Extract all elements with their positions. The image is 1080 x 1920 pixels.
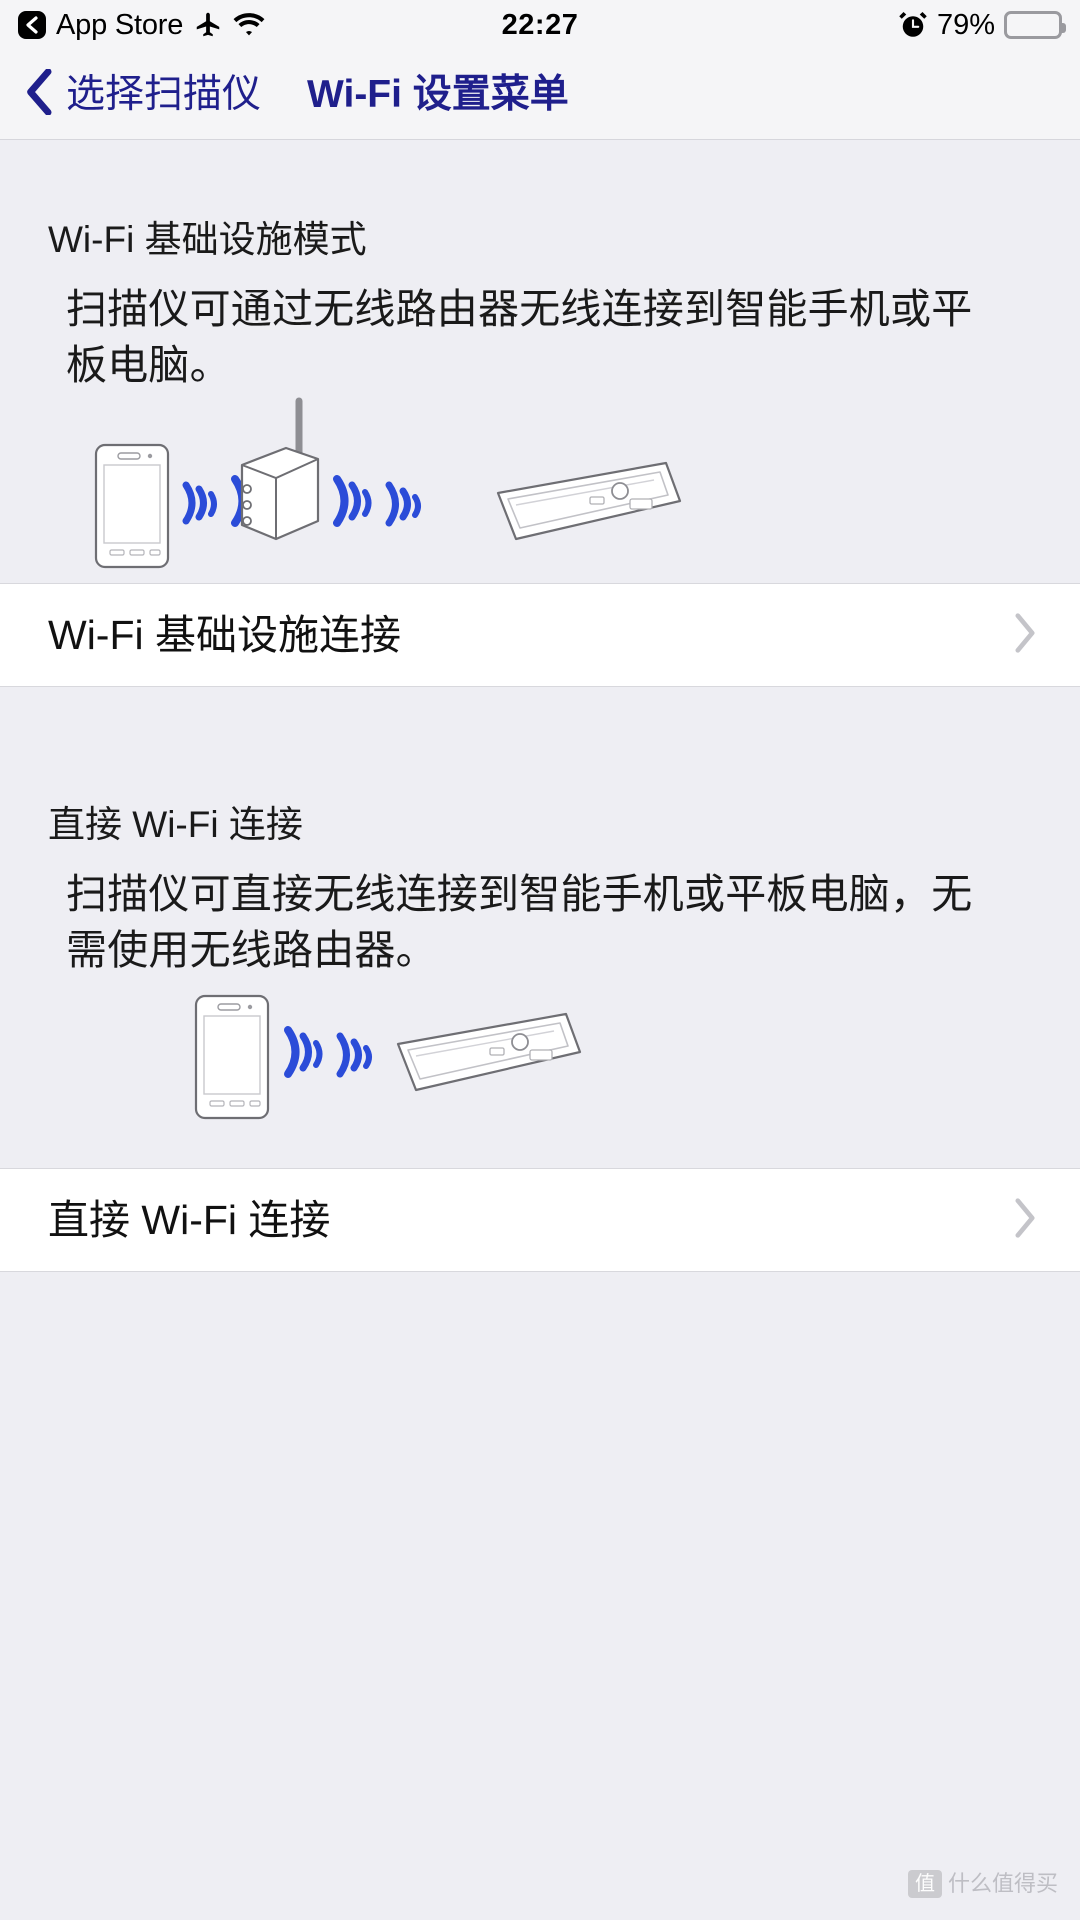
handheld-scanner-illustration [396, 1013, 582, 1092]
list-item-label: 直接 Wi-Fi 连接 [48, 1196, 331, 1243]
section-spacer [0, 687, 1080, 762]
back-button-label: 选择扫描仪 [66, 73, 262, 116]
wifi-icon [233, 12, 265, 38]
wifi-wave-right [333, 475, 421, 528]
watermark: 值 什么值得买 [907, 1870, 1058, 1898]
section-heading: 直接 Wi-Fi 连接 [48, 804, 303, 846]
phone-router-scanner-diagram [0, 393, 1080, 583]
back-button[interactable]: 选择扫描仪 [0, 68, 262, 120]
wireless-router-illustration [240, 397, 320, 541]
section-heading: Wi-Fi 基础设施模式 [48, 219, 367, 260]
watermark-badge: 值 [907, 1870, 942, 1898]
list-item-wifi-infrastructure-connection[interactable]: Wi-Fi 基础设施连接 [0, 583, 1080, 688]
chevron-right-icon [1012, 1196, 1038, 1245]
app-screen: App Store 22:27 79% 选择扫描仪 Wi-Fi 设置菜单 Wi-… [0, 0, 1080, 1920]
list-item-wifi-direct-connection[interactable]: 直接 Wi-Fi 连接 [0, 1168, 1080, 1273]
section-body-text: 扫描仪可通过无线路由器无线连接到智能手机或平板电脑。 [66, 286, 973, 388]
chevron-right-icon [1012, 611, 1038, 660]
smartphone-illustration [94, 443, 170, 569]
status-bar-left: App Store [18, 10, 265, 40]
battery-percentage-label: 79% [936, 8, 995, 41]
smartphone-illustration [194, 995, 270, 1120]
list-item-label: Wi-Fi 基础设施连接 [48, 611, 402, 658]
section-body-text: 扫描仪可直接无线连接到智能手机或平板电脑，无需使用无线路由器。 [66, 871, 973, 973]
chevron-left-icon[interactable] [18, 11, 46, 39]
watermark-text: 什么值得买 [947, 1871, 1058, 1896]
handheld-scanner-illustration [496, 461, 682, 541]
section-wifi-direct: 直接 Wi-Fi 连接 扫描仪可直接无线连接到智能手机或平板电脑，无需使用无线路… [0, 761, 1080, 1169]
status-bar-back-app-label[interactable]: App Store [56, 10, 183, 40]
status-bar-clock: 22:27 [501, 8, 579, 41]
wifi-wave-direct [284, 1026, 372, 1079]
bottom-spacer [0, 1272, 1080, 1833]
status-bar-right: 79% [898, 8, 1066, 42]
section-wifi-infrastructure: Wi-Fi 基础设施模式 扫描仪可通过无线路由器无线连接到智能手机或平板电脑。 [0, 140, 1080, 584]
alarm-clock-icon [898, 10, 928, 40]
chevron-left-icon [26, 68, 54, 120]
status-bar: App Store 22:27 79% [0, 0, 1080, 50]
page-title: Wi-Fi 设置菜单 [307, 73, 569, 116]
battery-icon [1004, 11, 1066, 39]
navigation-bar: 选择扫描仪 Wi-Fi 设置菜单 [0, 50, 1080, 140]
airplane-mode-icon [193, 10, 223, 40]
phone-scanner-direct-diagram [0, 978, 1080, 1168]
